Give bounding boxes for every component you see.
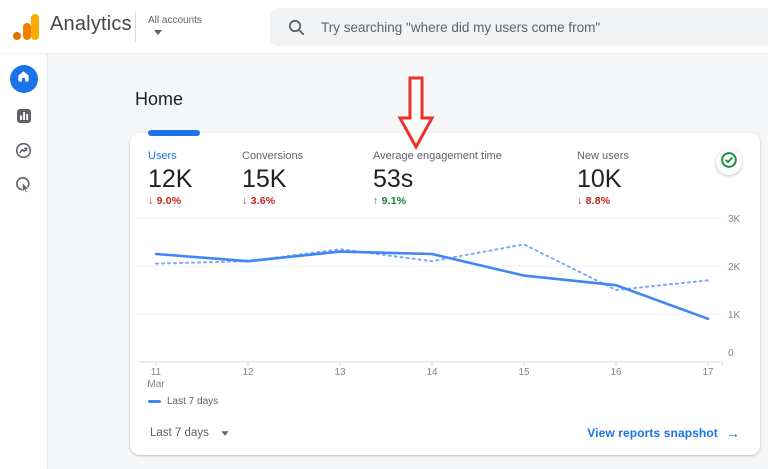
bar-chart-icon (16, 108, 32, 129)
metrics-row: Users 12K ↓ 9.0% Conversions 15K ↓ 3.6% … (148, 150, 696, 207)
metric-value: 53s (373, 165, 414, 193)
chevron-down-icon (221, 430, 229, 436)
sidebar-item-explore[interactable] (15, 142, 32, 164)
svg-text:1K: 1K (728, 310, 741, 321)
svg-text:0: 0 (728, 348, 734, 359)
explore-trend-icon (15, 142, 32, 164)
app-title: Analytics (50, 13, 132, 35)
metric-value: 12K (148, 165, 193, 193)
search-bar[interactable] (270, 8, 768, 46)
legend-label: Last 7 days (167, 396, 219, 407)
svg-text:14: 14 (426, 367, 438, 378)
data-quality-badge[interactable] (716, 149, 742, 175)
account-switcher-label: All accounts (148, 15, 202, 26)
date-range-label: Last 7 days (150, 427, 209, 439)
svg-text:11: 11 (151, 367, 162, 378)
search-icon (288, 19, 305, 36)
svg-text:12: 12 (242, 367, 254, 378)
metric-avg-engagement-time[interactable]: Average engagement time 53s ↑ 9.1% (373, 150, 577, 207)
metric-label: New users (577, 150, 629, 162)
date-range-selector[interactable]: Last 7 days (150, 427, 229, 439)
metric-conversions[interactable]: Conversions 15K ↓ 3.6% (242, 150, 373, 207)
metric-value: 10K (577, 165, 622, 193)
account-switcher[interactable]: All accounts (148, 15, 202, 35)
sidebar-item-reports[interactable] (15, 108, 32, 129)
svg-text:2K: 2K (728, 262, 741, 273)
metric-label: Average engagement time (373, 150, 502, 162)
legend-line-swatch (148, 400, 161, 403)
svg-text:15: 15 (518, 367, 530, 378)
check-circle-icon (719, 150, 739, 175)
svg-text:13: 13 (334, 367, 346, 378)
chevron-down-icon (154, 30, 162, 35)
users-trend-chart[interactable]: 3K 2K 1K 0 11 12 13 14 15 16 17 Mar (130, 203, 760, 393)
svg-text:17: 17 (702, 367, 714, 378)
top-app-bar: Analytics All accounts (0, 0, 768, 54)
svg-text:16: 16 (610, 367, 622, 378)
left-nav-rail (0, 53, 48, 469)
analytics-home-page: Analytics All accounts Try searching "wh… (0, 0, 768, 469)
metric-users[interactable]: Users 12K ↓ 9.0% (148, 150, 242, 207)
target-cursor-icon (15, 176, 32, 198)
search-input[interactable] (319, 18, 743, 36)
right-arrow-icon: → (725, 425, 740, 441)
google-analytics-logo-icon[interactable] (13, 14, 40, 40)
view-reports-snapshot-link[interactable]: View reports snapshot → (587, 425, 740, 441)
svg-text:3K: 3K (728, 214, 741, 225)
page-title: Home (135, 89, 184, 109)
sidebar-item-home[interactable] (9, 65, 38, 93)
home-icon (16, 69, 31, 89)
metric-label: Users (148, 150, 177, 162)
home-overview-card: Users 12K ↓ 9.0% Conversions 15K ↓ 3.6% … (130, 130, 760, 455)
svg-text:Mar: Mar (147, 379, 165, 390)
active-tab-indicator (148, 130, 200, 136)
metric-value: 15K (242, 165, 287, 193)
chart-legend: Last 7 days (148, 396, 218, 407)
metric-new-users[interactable]: New users 10K ↓ 8.8% (577, 150, 629, 207)
topbar-divider (135, 12, 136, 42)
metric-label: Conversions (242, 150, 304, 162)
sidebar-item-advertising[interactable] (15, 176, 32, 198)
card-footer: Last 7 days View reports snapshot → (130, 411, 760, 455)
